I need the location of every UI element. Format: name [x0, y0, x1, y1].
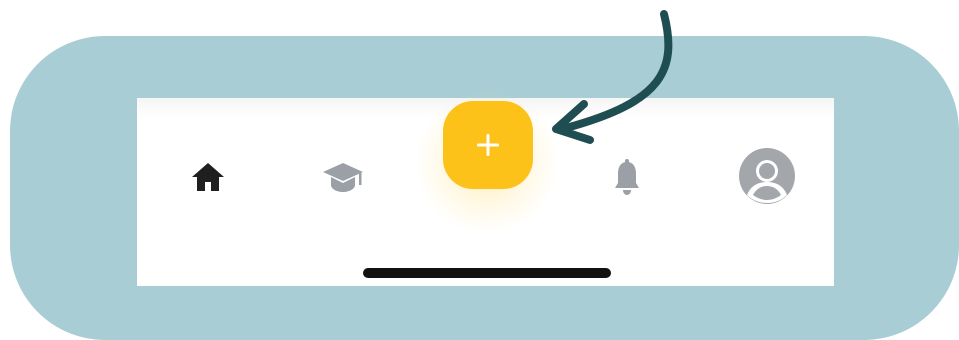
tab-home[interactable]	[183, 155, 233, 199]
plus-icon	[477, 134, 499, 156]
tab-profile[interactable]	[738, 147, 796, 205]
bell-icon	[615, 159, 639, 195]
home-indicator	[363, 268, 611, 278]
home-icon	[192, 163, 224, 191]
tab-notifications[interactable]	[602, 155, 652, 199]
user-avatar-icon	[739, 148, 795, 204]
add-button[interactable]	[443, 101, 533, 189]
graduation-cap-icon	[323, 163, 363, 192]
tab-learn[interactable]	[318, 155, 368, 199]
screenshot-stage	[0, 0, 959, 340]
